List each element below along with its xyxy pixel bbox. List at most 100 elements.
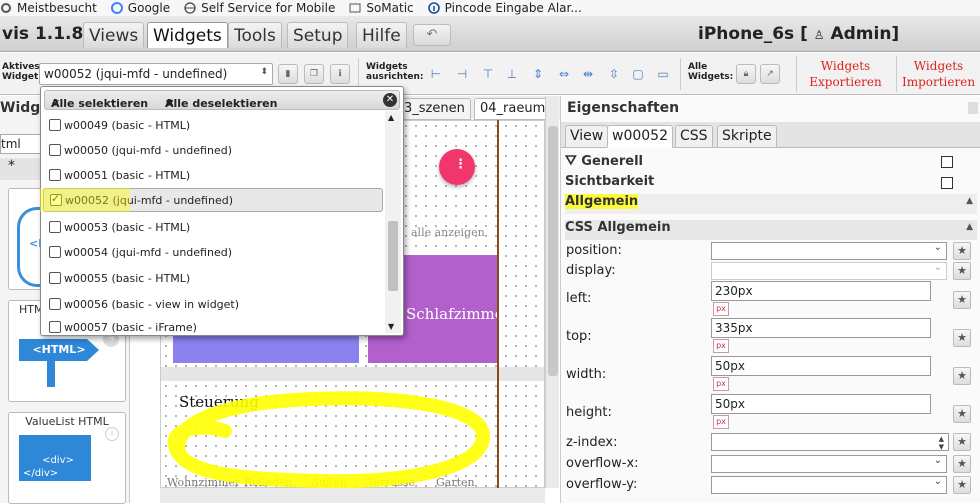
favorite-star-button[interactable]: ★ bbox=[953, 262, 971, 280]
same-size-icon[interactable]: ▢ bbox=[630, 66, 646, 82]
unlock-all-button[interactable]: ↗ bbox=[760, 64, 780, 84]
widget-info-button[interactable]: ℹ bbox=[330, 64, 350, 84]
show-all-link[interactable]: alle anzeigen bbox=[411, 226, 485, 239]
tab-css[interactable]: CSS bbox=[675, 125, 713, 148]
panel-collapse-icon[interactable] bbox=[968, 102, 978, 114]
align-bottom-icon[interactable]: ⊥ bbox=[504, 66, 520, 82]
favorite-star-button[interactable]: ★ bbox=[953, 329, 971, 347]
display-select[interactable]: ⌄ bbox=[711, 262, 947, 280]
delete-widget-button[interactable]: ▮ bbox=[278, 64, 298, 84]
favorite-star-button[interactable]: ★ bbox=[953, 405, 971, 423]
checkbox[interactable] bbox=[49, 321, 61, 333]
top-input[interactable]: 335px bbox=[711, 318, 931, 338]
list-item[interactable]: w00055 (basic - HTML) bbox=[43, 266, 383, 290]
checkbox[interactable] bbox=[49, 144, 61, 156]
checkbox[interactable] bbox=[49, 272, 61, 284]
list-item[interactable]: w00049 (basic - HTML) bbox=[43, 113, 383, 137]
collapse-up-icon[interactable]: ▲ bbox=[966, 222, 973, 232]
list-item[interactable]: w00054 (jqui-mfd - undefined) bbox=[43, 240, 383, 264]
group-sichtbarkeit[interactable]: Sichtbarkeit bbox=[565, 174, 977, 194]
align-center-h-icon[interactable]: ⇔ bbox=[556, 66, 572, 82]
unit-px-badge[interactable]: px bbox=[713, 415, 729, 429]
undo-button[interactable]: ↶ bbox=[413, 24, 451, 46]
overflow-y-select[interactable]: ⌄ bbox=[711, 476, 947, 494]
bookmark-meistbesucht[interactable]: Meistbesucht bbox=[0, 1, 97, 15]
favorite-star-button[interactable]: ★ bbox=[953, 455, 971, 473]
list-item[interactable]: w00051 (basic - HTML) bbox=[43, 163, 383, 187]
menu-tab-widgets[interactable]: Widgets bbox=[147, 22, 228, 48]
group-css-allgemein[interactable]: CSS Allgemein ▲ bbox=[565, 220, 977, 240]
scrollbar-thumb[interactable] bbox=[548, 126, 558, 376]
checkbox[interactable] bbox=[49, 119, 61, 131]
favorite-star-button[interactable]: ★ bbox=[953, 242, 971, 260]
checkbox[interactable] bbox=[49, 169, 61, 181]
same-height-icon[interactable]: ▭ bbox=[655, 66, 671, 82]
distribute-v-icon[interactable]: ⇳ bbox=[606, 66, 622, 82]
list-item-label: w00049 (basic - HTML) bbox=[64, 118, 191, 132]
unit-px-badge[interactable]: px bbox=[713, 302, 729, 316]
align-right-icon[interactable]: ⊣ bbox=[454, 66, 470, 82]
overflow-x-select[interactable]: ⌄ bbox=[711, 455, 947, 473]
canvas-horizontal-scrollbar[interactable] bbox=[160, 488, 545, 503]
height-input[interactable]: 50px bbox=[711, 394, 931, 414]
active-widget-select[interactable]: w00052 (jqui-mfd - undefined) ⬍ bbox=[39, 63, 273, 85]
checkbox[interactable] bbox=[49, 246, 61, 258]
favorite-star-button[interactable]: ★ bbox=[953, 291, 971, 309]
menu-tab-tools[interactable]: Tools bbox=[228, 22, 282, 48]
position-select[interactable]: ⌄ bbox=[711, 242, 947, 260]
view-border-line bbox=[497, 120, 499, 488]
checkbox[interactable] bbox=[49, 221, 61, 233]
close-icon[interactable]: ✕ bbox=[383, 93, 397, 107]
align-left-icon[interactable]: ⊢ bbox=[428, 66, 444, 82]
distribute-h-icon[interactable]: ⇹ bbox=[580, 66, 596, 82]
align-top-icon[interactable]: ⊤ bbox=[480, 66, 496, 82]
list-item[interactable]: w00053 (basic - HTML) bbox=[43, 215, 383, 239]
group-generell[interactable]: ⛛ Generell bbox=[565, 153, 977, 173]
lock-all-button[interactable]: 🔒︎ bbox=[736, 64, 756, 84]
view-tab-3-szenen[interactable]: 3_szenen bbox=[398, 98, 471, 120]
spinner-arrows-icon: ▲ ▼ bbox=[938, 435, 944, 451]
label-z-index: z-index: bbox=[566, 435, 618, 450]
width-input[interactable]: 50px bbox=[711, 356, 931, 376]
menu-tab-hilfe[interactable]: Hilfe bbox=[356, 22, 407, 48]
export-widgets-button[interactable]: Widgets Exportieren bbox=[796, 56, 894, 92]
unit-px-badge[interactable]: px bbox=[713, 377, 729, 391]
scrollbar-thumb[interactable] bbox=[388, 221, 398, 291]
fab-widget[interactable]: ⋮ bbox=[439, 149, 475, 185]
list-item[interactable]: w00050 (jqui-mfd - undefined) bbox=[43, 138, 383, 162]
copy-widget-button[interactable]: ❐ bbox=[304, 64, 324, 84]
dropdown-scrollbar[interactable]: ▲ ▼ bbox=[385, 111, 401, 333]
list-item[interactable]: w00056 (basic - view in widget) bbox=[43, 292, 383, 316]
menu-tab-views[interactable]: Views bbox=[83, 22, 145, 48]
group-allgemein[interactable]: Allgemein ▲ bbox=[565, 194, 977, 214]
list-item[interactable]: w00057 (basic - iFrame) bbox=[43, 318, 383, 336]
favorite-star-button[interactable]: ★ bbox=[953, 476, 971, 494]
align-label-line2: ausrichten: bbox=[366, 72, 424, 82]
group-checkbox[interactable] bbox=[941, 156, 953, 168]
list-item-selected[interactable]: w00052 (jqui-mfd - undefined) bbox=[40, 188, 383, 212]
import-widgets-button[interactable]: Widgets Importieren bbox=[896, 56, 980, 92]
palette-card-valuelist[interactable]: ValueList HTML <div> </div> i bbox=[8, 412, 126, 504]
align-center-v-icon[interactable]: ⇕ bbox=[530, 66, 546, 82]
active-widget-label-line1: Aktives bbox=[2, 62, 40, 72]
bookmark-somatic[interactable]: SoMatic bbox=[349, 1, 414, 15]
tab-view[interactable]: View bbox=[565, 125, 609, 148]
favorite-star-button[interactable]: ★ bbox=[953, 433, 971, 451]
scroll-down-icon[interactable]: ▼ bbox=[388, 322, 394, 331]
tab-skripte[interactable]: Skripte bbox=[717, 125, 777, 148]
collapse-up-icon[interactable]: ▲ bbox=[966, 196, 973, 206]
bookmark-google[interactable]: Google bbox=[110, 1, 170, 15]
group-checkbox[interactable] bbox=[941, 177, 953, 189]
bookmark-self-service[interactable]: Self Service for Mobile bbox=[184, 1, 335, 15]
canvas-vertical-scrollbar[interactable] bbox=[545, 96, 559, 488]
tab-widget[interactable]: w00052 bbox=[607, 125, 673, 148]
scroll-up-icon[interactable]: ▲ bbox=[388, 113, 394, 122]
favorite-star-button[interactable]: ★ bbox=[953, 367, 971, 385]
left-input[interactable]: 230px bbox=[711, 281, 931, 301]
bookmark-label: Pincode Eingabe Alar... bbox=[444, 1, 582, 15]
menu-tab-setup[interactable]: Setup bbox=[287, 22, 349, 48]
unit-px-badge[interactable]: px bbox=[713, 339, 729, 353]
checkbox[interactable] bbox=[49, 298, 61, 310]
z-index-spinner[interactable]: ▲ ▼ bbox=[711, 433, 949, 451]
bookmark-pincode[interactable]: Pincode Eingabe Alar... bbox=[427, 1, 582, 15]
